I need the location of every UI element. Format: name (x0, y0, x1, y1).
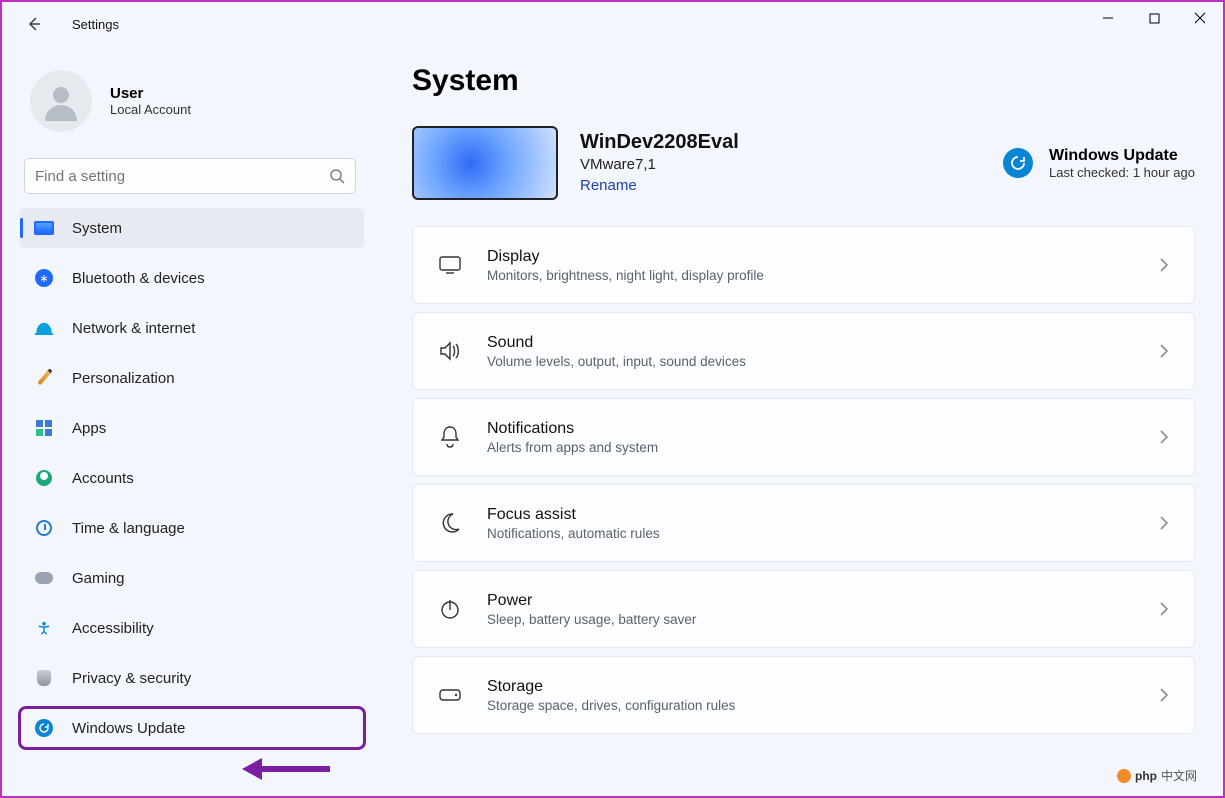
search-input[interactable] (35, 168, 329, 185)
sidebar-item-label: Privacy & security (72, 670, 191, 687)
wifi-icon (34, 318, 54, 338)
sidebar-item-label: Gaming (72, 570, 125, 587)
close-icon (1194, 12, 1206, 24)
chevron-right-icon (1156, 429, 1172, 445)
system-header: WinDev2208Eval VMware7,1 Rename Windows … (412, 126, 1195, 200)
sidebar-item-accessibility[interactable]: Accessibility (20, 608, 364, 648)
paintbrush-icon (34, 368, 54, 388)
settings-item-display[interactable]: Display Monitors, brightness, night light… (412, 226, 1195, 304)
maximize-icon (1149, 13, 1160, 24)
sidebar-item-bluetooth[interactable]: ∗ Bluetooth & devices (20, 258, 364, 298)
avatar (30, 70, 92, 132)
settings-item-sound[interactable]: Sound Volume levels, output, input, sound… (412, 312, 1195, 390)
bell-icon (435, 425, 465, 449)
bluetooth-icon: ∗ (34, 268, 54, 288)
moon-icon (435, 512, 465, 534)
update-subtitle: Last checked: 1 hour ago (1049, 165, 1195, 180)
settings-item-notifications[interactable]: Notifications Alerts from apps and system (412, 398, 1195, 476)
card-subtitle: Volume levels, output, input, sound devi… (487, 354, 1156, 369)
chevron-right-icon (1156, 343, 1172, 359)
sidebar-item-accounts[interactable]: Accounts (20, 458, 364, 498)
pc-thumbnail (412, 126, 558, 200)
windows-update-block[interactable]: Windows Update Last checked: 1 hour ago (1003, 147, 1195, 180)
sidebar-item-label: Personalization (72, 370, 175, 387)
sidebar-item-system[interactable]: System (20, 208, 364, 248)
sidebar-item-label: System (72, 220, 122, 237)
nav-list: System ∗ Bluetooth & devices Network & i… (20, 208, 364, 748)
settings-item-power[interactable]: Power Sleep, battery usage, battery saver (412, 570, 1195, 648)
sidebar-item-apps[interactable]: Apps (20, 408, 364, 448)
watermark: php 中文网 (1117, 767, 1197, 784)
card-title: Display (487, 248, 1156, 266)
close-button[interactable] (1177, 2, 1223, 34)
window-controls (1085, 2, 1223, 34)
sidebar-item-privacy[interactable]: Privacy & security (20, 658, 364, 698)
card-subtitle: Monitors, brightness, night light, displ… (487, 268, 1156, 283)
window-title: Settings (72, 17, 119, 32)
chevron-right-icon (1156, 601, 1172, 617)
card-subtitle: Alerts from apps and system (487, 440, 1156, 455)
system-icon (34, 218, 54, 238)
profile-name: User (110, 85, 191, 102)
sidebar-item-label: Apps (72, 420, 106, 437)
update-cycle-icon (1003, 148, 1033, 178)
php-logo-icon (1117, 769, 1131, 783)
search-icon (329, 168, 345, 184)
sidebar-item-time[interactable]: Time & language (20, 508, 364, 548)
chevron-right-icon (1156, 687, 1172, 703)
display-icon (435, 255, 465, 275)
card-title: Sound (487, 334, 1156, 352)
settings-item-storage[interactable]: Storage Storage space, drives, configurat… (412, 656, 1195, 734)
chevron-right-icon (1156, 257, 1172, 273)
pc-name: WinDev2208Eval (580, 131, 739, 154)
settings-item-focus-assist[interactable]: Focus assist Notifications, automatic rul… (412, 484, 1195, 562)
power-icon (435, 598, 465, 620)
card-subtitle: Sleep, battery usage, battery saver (487, 612, 1156, 627)
sidebar-item-label: Accessibility (72, 620, 154, 637)
main-pane: System WinDev2208Eval VMware7,1 Rename W… (372, 46, 1223, 796)
chevron-right-icon (1156, 515, 1172, 531)
pc-model: VMware7,1 (580, 156, 739, 173)
back-button[interactable] (22, 12, 46, 36)
card-title: Focus assist (487, 506, 1156, 524)
minimize-button[interactable] (1085, 2, 1131, 34)
maximize-button[interactable] (1131, 2, 1177, 34)
rename-link[interactable]: Rename (580, 177, 637, 194)
sidebar-item-personalization[interactable]: Personalization (20, 358, 364, 398)
card-subtitle: Storage space, drives, configuration rul… (487, 698, 1156, 713)
update-cycle-icon (34, 718, 54, 738)
sidebar-item-windows-update[interactable]: Windows Update (20, 708, 364, 748)
sidebar-item-label: Network & internet (72, 320, 195, 337)
minimize-icon (1102, 12, 1114, 24)
accessibility-icon (34, 618, 54, 638)
titlebar: Settings (2, 2, 1223, 46)
gamepad-icon (34, 568, 54, 588)
profile-block[interactable]: User Local Account (20, 58, 364, 156)
settings-list: Display Monitors, brightness, night light… (412, 226, 1195, 734)
user-silhouette-icon (41, 81, 81, 121)
arrow-left-icon (26, 16, 42, 32)
page-title: System (412, 64, 1195, 98)
card-title: Storage (487, 678, 1156, 696)
card-title: Notifications (487, 420, 1156, 438)
sidebar: User Local Account System ∗ Bluetooth & … (2, 46, 372, 796)
search-box[interactable] (24, 158, 356, 194)
sidebar-item-network[interactable]: Network & internet (20, 308, 364, 348)
card-subtitle: Notifications, automatic rules (487, 526, 1156, 541)
sidebar-item-label: Time & language (72, 520, 185, 537)
sidebar-item-label: Windows Update (72, 720, 185, 737)
apps-grid-icon (34, 418, 54, 438)
clock-globe-icon (34, 518, 54, 538)
sidebar-item-gaming[interactable]: Gaming (20, 558, 364, 598)
sidebar-item-label: Accounts (72, 470, 134, 487)
watermark-text: 中文网 (1161, 767, 1197, 784)
profile-subtitle: Local Account (110, 102, 191, 117)
sidebar-item-label: Bluetooth & devices (72, 270, 205, 287)
person-icon (34, 468, 54, 488)
update-title: Windows Update (1049, 147, 1195, 165)
shield-icon (34, 668, 54, 688)
speaker-icon (435, 340, 465, 362)
card-title: Power (487, 592, 1156, 610)
drive-icon (435, 688, 465, 702)
